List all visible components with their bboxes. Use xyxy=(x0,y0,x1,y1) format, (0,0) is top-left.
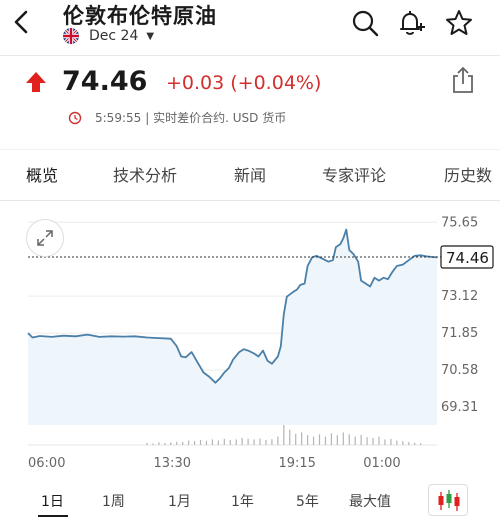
volume-bar xyxy=(390,438,392,445)
section-tabs: 概览 技术分析 新闻 专家评论 历史数 xyxy=(0,149,500,201)
quote-status: | 实时差价合约. USD 货币 xyxy=(145,111,287,125)
volume-bar xyxy=(289,429,291,445)
tab-news[interactable]: 新闻 xyxy=(234,162,266,186)
tab-history[interactable]: 历史数 xyxy=(444,162,492,186)
volume-bar xyxy=(217,440,219,445)
volume-bar xyxy=(384,439,386,445)
volume-bar xyxy=(402,441,404,445)
search-icon[interactable] xyxy=(350,8,380,38)
volume-bar xyxy=(307,435,309,445)
volume-bar xyxy=(277,436,279,445)
tab-analysis[interactable]: 专家评论 xyxy=(322,162,386,186)
volume-bar xyxy=(324,436,327,445)
y-tick-label: 70.58 xyxy=(441,363,478,378)
quote-meta: 5:59:55 | 实时差价合约. USD 货币 xyxy=(68,109,286,126)
volume-bar xyxy=(318,434,321,445)
chart-type-button[interactable] xyxy=(428,484,468,516)
quote-time: 5:59:55 xyxy=(95,110,142,125)
price-chart[interactable]: 75.65 73.12 71.85 70.58 69.31 74.46 06:00 13:30… xyxy=(0,205,500,485)
range-1m[interactable]: 1月 xyxy=(168,491,191,511)
price-chart-svg: 75.65 73.12 71.85 70.58 69.31 74.46 06:00 13:30… xyxy=(27,215,494,471)
price-change: +0.03 (+0.04%) xyxy=(166,72,322,94)
quote-panel: 74.46 +0.03 (+0.04%) 5:59:55 | 实时差价合约. U… xyxy=(0,55,500,135)
app-header: 伦敦布伦特原油 Dec 24 ▼ xyxy=(0,0,500,50)
y-tick-label: 75.65 xyxy=(441,215,478,230)
volume-bar xyxy=(336,435,338,445)
volume-bar xyxy=(158,442,160,445)
caret-down-icon: ▼ xyxy=(146,30,155,42)
volume-bar xyxy=(199,439,202,445)
volume-bar xyxy=(378,436,380,445)
y-tick-label: 73.12 xyxy=(441,289,478,304)
price-area xyxy=(28,229,437,425)
range-1y[interactable]: 1年 xyxy=(231,491,254,511)
clock-icon xyxy=(68,111,82,124)
volume-bar xyxy=(247,438,249,445)
volume-bar xyxy=(408,442,410,445)
y-tick-label: 69.31 xyxy=(441,400,478,415)
tab-overview[interactable]: 概览 xyxy=(26,162,58,186)
volume-bar xyxy=(188,440,190,445)
volume-bar xyxy=(420,443,422,445)
volume-bar xyxy=(253,439,255,445)
volume-bar xyxy=(330,433,333,445)
volume-bar xyxy=(211,439,214,445)
x-tick-label: 01:00 xyxy=(363,456,400,471)
x-tick-label: 13:30 xyxy=(154,456,191,471)
volume-bar xyxy=(342,432,344,445)
volume-bar xyxy=(241,438,243,445)
volume-bar xyxy=(265,439,267,445)
range-1d[interactable]: 1日 xyxy=(41,491,64,511)
y-tick-label: 71.85 xyxy=(441,326,478,341)
expand-icon xyxy=(37,230,53,246)
volume-bar xyxy=(348,434,350,445)
volume-bar xyxy=(170,442,172,445)
expand-chart-button[interactable] xyxy=(26,219,64,257)
bell-plus-icon[interactable] xyxy=(396,8,426,38)
candlestick-icon xyxy=(438,490,460,511)
volume-bar xyxy=(354,436,356,445)
contract-selector[interactable]: Dec 24 ▼ xyxy=(63,27,154,45)
active-range-indicator xyxy=(38,515,68,517)
volume-bar xyxy=(360,434,362,445)
x-tick-label: 19:15 xyxy=(278,456,315,471)
volume-bar xyxy=(271,439,273,445)
volume-bar xyxy=(152,443,154,445)
instrument-title: 伦敦布伦特原油 xyxy=(63,4,217,28)
volume-bar xyxy=(205,440,208,445)
volume-bar xyxy=(193,441,196,445)
x-tick-label: 06:00 xyxy=(28,456,65,471)
contract-month: Dec 24 xyxy=(89,28,139,44)
time-range-selector: 1日 1周 1月 1年 5年 最大值 xyxy=(0,484,500,524)
volume-bar xyxy=(164,443,166,445)
volume-bar xyxy=(146,442,148,445)
uk-flag-icon xyxy=(63,28,79,44)
volume-bar xyxy=(176,441,178,445)
volume-bar xyxy=(182,441,184,445)
volume-bar xyxy=(301,432,303,445)
share-icon[interactable] xyxy=(450,65,476,95)
volume-bar xyxy=(414,442,416,445)
star-icon[interactable] xyxy=(444,8,474,38)
volume-bar xyxy=(235,439,237,445)
range-5y[interactable]: 5年 xyxy=(296,491,319,511)
volume-bar xyxy=(229,439,231,445)
volume-bar xyxy=(312,436,315,445)
current-price-label: 74.46 xyxy=(446,249,489,267)
volume-bar xyxy=(366,437,368,445)
last-price: 74.46 xyxy=(62,66,148,97)
tab-technical[interactable]: 技术分析 xyxy=(113,162,177,186)
volume-bar xyxy=(223,438,225,445)
arrow-up-icon xyxy=(26,72,46,92)
volume-bar xyxy=(396,440,398,445)
range-max[interactable]: 最大值 xyxy=(349,491,391,511)
volume-bar xyxy=(372,438,374,445)
range-1w[interactable]: 1周 xyxy=(102,491,125,511)
volume-bar xyxy=(259,438,261,445)
chevron-left-icon[interactable] xyxy=(8,6,36,38)
volume-bar xyxy=(295,433,297,445)
